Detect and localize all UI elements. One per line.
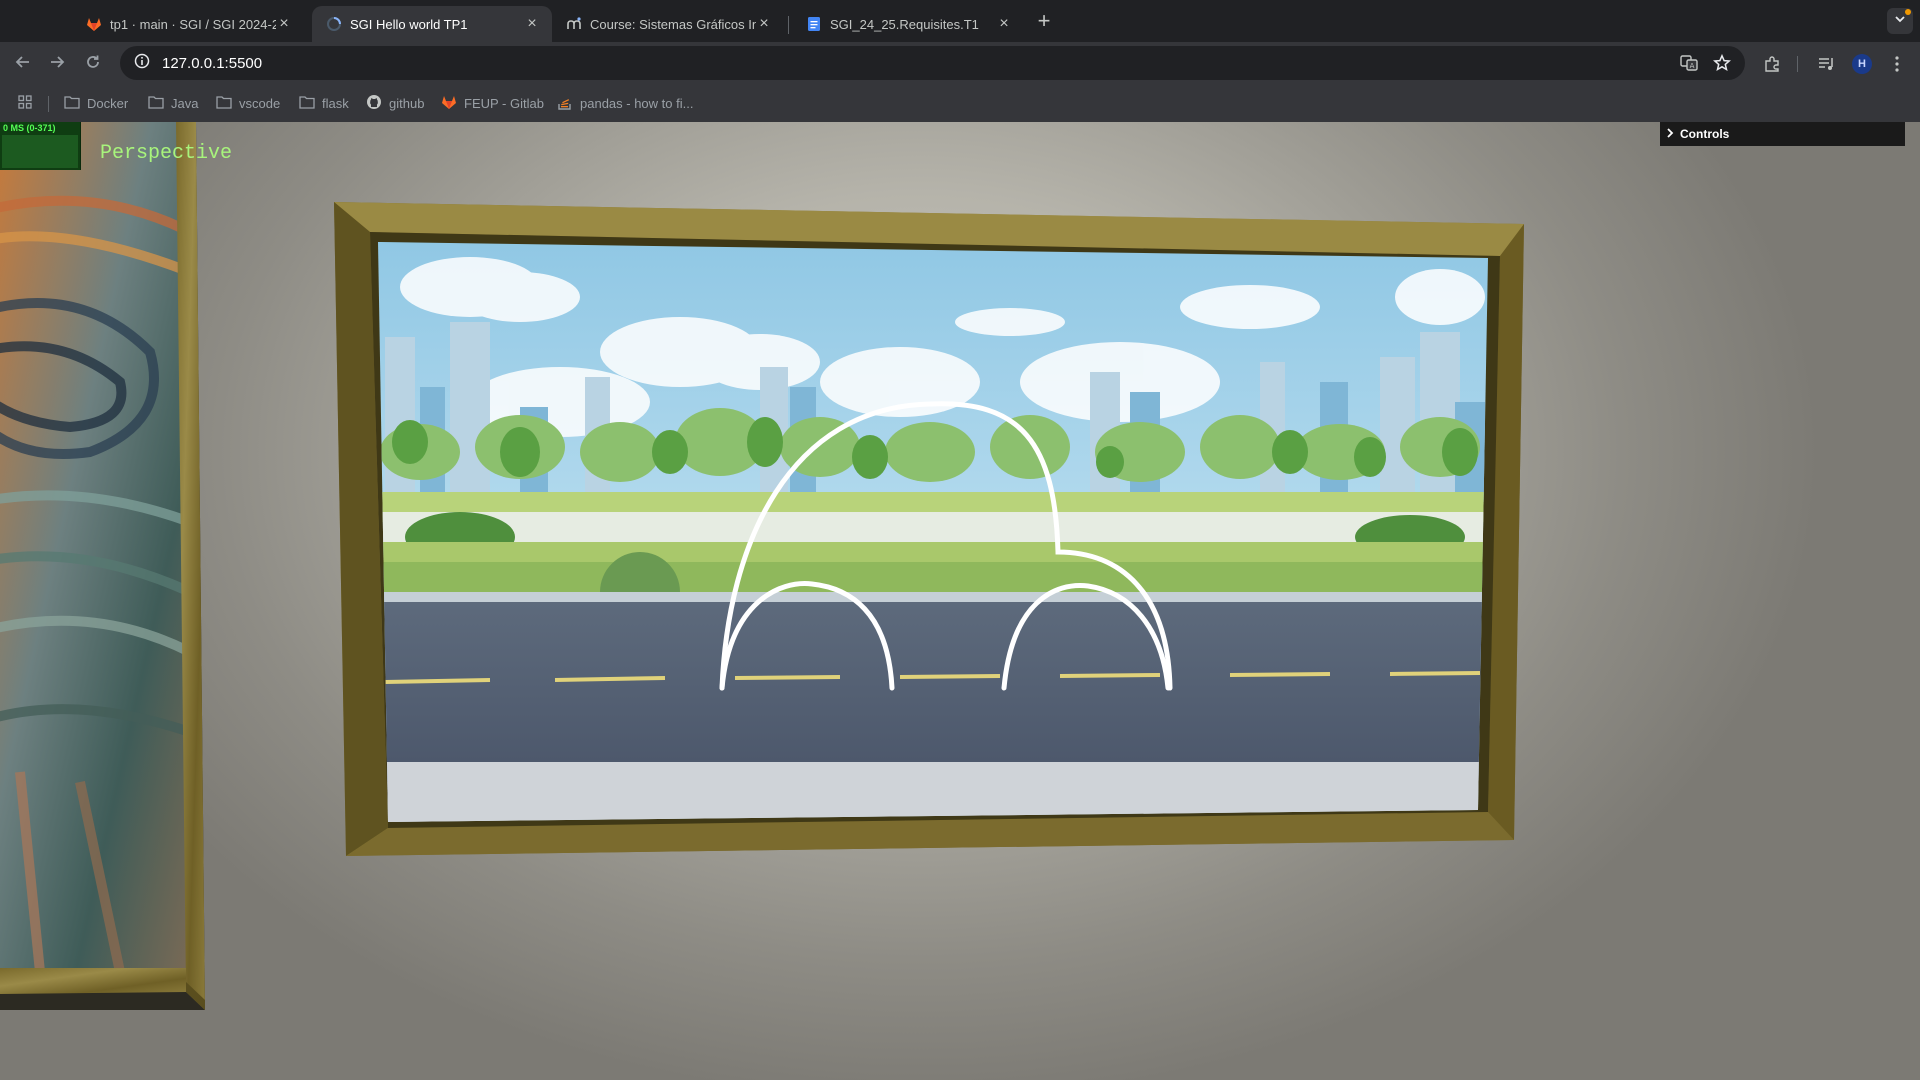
bookmark-label: FEUP - Gitlab: [464, 95, 544, 111]
apps-button[interactable]: [17, 94, 33, 112]
close-icon[interactable]: ×: [276, 15, 292, 32]
bookmark-label: flask: [322, 95, 349, 111]
framed-picture: [334, 202, 1524, 856]
folder-icon: [64, 95, 80, 112]
google-docs-icon: [806, 16, 822, 32]
reload-button[interactable]: [80, 51, 106, 77]
notification-dot: [1905, 9, 1911, 15]
new-tab-button[interactable]: +: [1032, 10, 1056, 34]
bookmarks-bar: Docker Java vscode flask github FEUP - G…: [0, 84, 1920, 123]
controls-label: Controls: [1680, 127, 1730, 141]
close-icon[interactable]: ×: [756, 15, 772, 32]
stackoverflow-icon: [557, 94, 573, 113]
stats-text: 0 MS (0-371): [3, 123, 56, 133]
github-icon: [366, 94, 382, 113]
bookmark-pandas[interactable]: pandas - how to fi...: [557, 94, 693, 112]
bookmark-java[interactable]: Java: [148, 94, 198, 112]
folder-icon: [216, 95, 232, 112]
extensions-icon[interactable]: [1762, 54, 1782, 74]
svg-text:A: A: [1690, 62, 1695, 70]
profile-avatar[interactable]: H: [1852, 54, 1872, 74]
controls-panel[interactable]: Controls: [1660, 122, 1905, 146]
bookmark-label: Java: [171, 95, 199, 111]
tab-title: tp1 · main · SGI / SGI 2024-20: [110, 16, 276, 32]
webgl-canvas[interactable]: 0 MS (0-371) Perspective Controls: [0, 122, 1920, 1080]
info-icon[interactable]: [134, 53, 150, 74]
bookmark-docker[interactable]: Docker: [64, 94, 128, 112]
tab-title: SGI_24_25.Requisites.T1: [830, 16, 979, 32]
reload-icon: [85, 54, 101, 75]
tab-search-button[interactable]: [1887, 8, 1913, 34]
browser-toolbar: 127.0.0.1:5500 A H: [0, 42, 1920, 84]
tab-title: Course: Sistemas Gráficos Int: [590, 16, 756, 32]
chevron-down-icon: [1894, 12, 1906, 30]
address-bar[interactable]: 127.0.0.1:5500 A: [120, 46, 1745, 80]
camera-label: Perspective: [100, 142, 233, 165]
tab-requisites-doc[interactable]: SGI_24_25.Requisites.T1 ×: [792, 6, 1024, 42]
arrow-left-icon: [15, 54, 31, 75]
back-button[interactable]: [10, 51, 36, 77]
close-icon[interactable]: ×: [996, 15, 1012, 32]
tab-title: SGI Hello world TP1: [350, 16, 468, 32]
chevron-right-icon: [1666, 127, 1674, 141]
bookmark-feup-gitlab[interactable]: FEUP - Gitlab: [441, 94, 544, 112]
left-painting: [0, 122, 205, 1010]
star-icon[interactable]: [1713, 54, 1731, 72]
tab-sgi-hello-world[interactable]: SGI Hello world TP1 ×: [312, 6, 552, 42]
bookmarks-divider: [48, 96, 49, 112]
gitlab-icon: [441, 94, 457, 113]
bookmark-label: Docker: [87, 95, 129, 111]
bookmark-label: github: [389, 95, 425, 111]
arrow-right-icon: [49, 54, 65, 75]
folder-icon: [148, 95, 164, 112]
tab-moodle-course[interactable]: Course: Sistemas Gráficos Int ×: [552, 6, 784, 42]
tab-gitlab[interactable]: tp1 · main · SGI / SGI 2024-20 ×: [72, 6, 304, 42]
tab-divider: [788, 16, 789, 34]
bookmark-label: pandas - how to fi...: [580, 95, 694, 111]
gitlab-icon: [86, 16, 102, 32]
scene-render: [0, 122, 1524, 1010]
apps-grid-icon: [17, 94, 33, 113]
moodle-icon: [566, 16, 582, 32]
url-text: 127.0.0.1:5500: [162, 54, 263, 72]
translate-icon[interactable]: A: [1680, 54, 1698, 72]
bookmark-vscode[interactable]: vscode: [216, 94, 280, 112]
bookmark-flask[interactable]: flask: [299, 94, 349, 112]
bookmark-label: vscode: [239, 95, 281, 111]
folder-icon: [299, 95, 315, 112]
media-control-icon[interactable]: [1816, 54, 1836, 74]
loading-icon: [326, 16, 342, 32]
bookmark-github[interactable]: github: [366, 94, 424, 112]
forward-button[interactable]: [44, 51, 70, 77]
toolbar-divider: [1797, 56, 1798, 72]
kebab-menu-icon[interactable]: [1887, 54, 1907, 74]
close-icon[interactable]: ×: [524, 15, 540, 32]
stats-panel[interactable]: 0 MS (0-371): [0, 122, 81, 170]
stats-graph: [2, 135, 78, 168]
tab-strip: tp1 · main · SGI / SGI 2024-20 × SGI Hel…: [0, 0, 1920, 42]
